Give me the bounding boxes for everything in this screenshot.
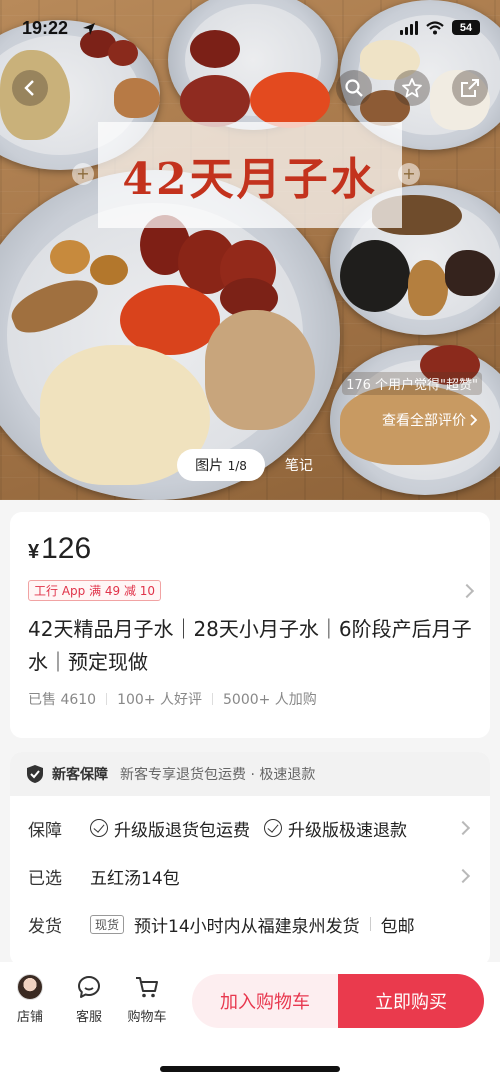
share-icon: [461, 79, 479, 97]
price-value: 126: [41, 532, 92, 565]
chevron-right-icon: [459, 583, 475, 598]
chevron-right-icon: [455, 868, 471, 884]
shield-icon: [27, 765, 43, 783]
chevron-right-icon: [455, 820, 471, 836]
view-all-reviews-link[interactable]: 查看全部评价: [382, 410, 478, 430]
chat-icon: [78, 976, 100, 998]
product-banner: 42天月子水: [98, 122, 402, 228]
coupon-badge[interactable]: 工行 App 满 49 减 10: [28, 580, 162, 601]
buy-now-button[interactable]: 立即购买: [338, 974, 484, 1028]
store-avatar: [17, 974, 43, 1000]
row-label: 已选: [28, 868, 62, 889]
price: ¥126: [28, 532, 472, 566]
goji-top: [250, 72, 330, 128]
banner-title: 42天月子水: [122, 154, 378, 205]
guarantee-subtitle: 新客专享退货包运费 · 极速退款: [120, 767, 316, 783]
longan-main: [50, 240, 90, 274]
row-selected[interactable]: 已选 五红汤14包: [10, 852, 490, 900]
plus-icon: +: [398, 163, 420, 185]
service-card: 新客保障 新客专享退货包运费 · 极速退款 保障 升级版退货包运费 升级版极速退…: [10, 752, 490, 966]
coupon-row[interactable]: 工行 App 满 49 减 10: [28, 580, 475, 601]
currency-symbol: ¥: [28, 541, 40, 563]
walnuts: [408, 260, 448, 316]
selected-variant: 五红汤14包: [90, 868, 180, 889]
red-beans: [180, 75, 250, 127]
sales-stats: 已售 4610 100+ 人好评 5000+ 人加购: [28, 689, 472, 709]
price-card: ¥126 工行 App 满 49 减 10 42天精品月子水｜28天小月子水｜6…: [10, 512, 490, 738]
guarantee-item: 升级版退货包运费: [114, 820, 250, 841]
customer-service-button[interactable]: 客服: [64, 974, 114, 1025]
guarantee-item: 升级版极速退款: [288, 820, 407, 841]
home-indicator: [160, 1066, 340, 1072]
bottom-action-bar: 店铺 客服 购物车 加入购物车 立即购买: [0, 962, 500, 1083]
guarantee-title: 新客保障: [52, 767, 108, 783]
check-circle-icon: [264, 819, 282, 837]
longan-main: [90, 255, 128, 285]
divider: [212, 693, 213, 705]
tab-label: 客服: [75, 1010, 102, 1025]
goji-main: [120, 285, 220, 355]
wifi-icon: [426, 20, 444, 34]
add-to-cart-button[interactable]: 加入购物车: [192, 974, 338, 1028]
tab-notes[interactable]: 笔记: [275, 449, 323, 481]
good-reviews: 100+ 人好评: [117, 692, 202, 708]
in-stock-tag: 现货: [90, 914, 125, 934]
gallery-tabs: 图片 1/8 笔记: [0, 449, 500, 481]
divider: [106, 693, 108, 705]
pager-label: 图片: [195, 458, 224, 474]
tab-label: 购物车: [127, 1010, 167, 1025]
row-guarantee[interactable]: 保障 升级版退货包运费 升级版极速退款: [10, 804, 490, 852]
favorite-button[interactable]: [394, 70, 430, 106]
shipping-estimate: 预计14小时内从福建泉州发货: [134, 916, 360, 937]
row-label: 保障: [28, 820, 62, 841]
dried-plums: [445, 250, 495, 296]
review-link-label: 查看全部评价: [382, 413, 466, 429]
cart-button[interactable]: 购物车: [122, 974, 172, 1025]
new-customer-guarantee[interactable]: 新客保障 新客专享退货包运费 · 极速退款: [10, 752, 490, 796]
product-image-gallery[interactable]: 19:22 54 42天月子水 + + 176 个用户觉得"超赞" 查看全部评价…: [0, 0, 500, 500]
store-button[interactable]: 店铺: [5, 974, 55, 1025]
black-beans: [340, 240, 410, 312]
cta-group: 加入购物车 立即购买: [192, 974, 484, 1028]
battery-icon: 54: [452, 20, 480, 35]
product-title: 42天精品月子水｜28天小月子水｜6阶段产后月子水｜预定现做: [28, 617, 472, 674]
review-hint: 176 个用户觉得"超赞": [342, 372, 482, 395]
row-label: 发货: [28, 916, 62, 937]
search-button[interactable]: [336, 70, 372, 106]
status-bar: 19:22 54: [0, 0, 500, 54]
share-button[interactable]: [452, 70, 488, 106]
search-icon: [345, 79, 363, 97]
divider: [369, 917, 371, 931]
chevron-left-icon: [24, 80, 34, 96]
cart-adds: 5000+ 人加购: [223, 692, 317, 708]
status-time: 19:22: [22, 18, 69, 38]
check-circle-icon: [90, 819, 108, 837]
pager-count: 1/8: [227, 459, 247, 473]
chevron-right-icon: [470, 414, 478, 426]
star-icon: [402, 78, 422, 98]
signal-icon: [400, 20, 418, 35]
free-shipping: 包邮: [380, 916, 415, 937]
shopping-cart-icon: [136, 977, 158, 998]
sold-count: 已售 4610: [28, 692, 97, 708]
angelica-slices: [205, 310, 315, 430]
tab-images[interactable]: 图片 1/8: [177, 449, 265, 481]
row-shipping: 发货 现货 预计14小时内从福建泉州发货 包邮: [10, 900, 490, 948]
location-arrow-icon: [83, 23, 95, 35]
back-button[interactable]: [12, 70, 48, 106]
plus-icon: +: [72, 163, 94, 185]
brown-sugar: [114, 78, 160, 118]
tab-label: 店铺: [16, 1010, 43, 1025]
